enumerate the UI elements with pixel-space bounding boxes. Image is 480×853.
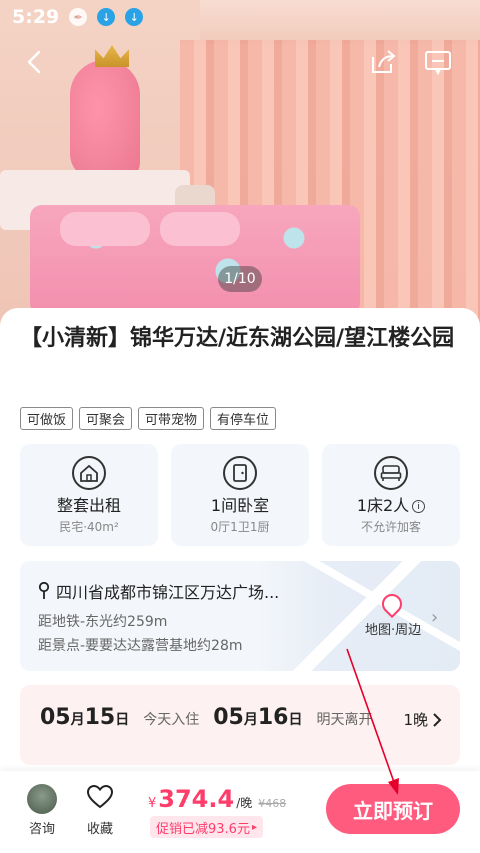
price-per-night: /晚: [236, 796, 253, 810]
promo-badge[interactable]: 促销已减93.6元 ▸: [150, 816, 263, 838]
tag-party: 可聚会: [79, 407, 133, 430]
heart-icon: [86, 784, 114, 809]
feature-title: 1床2人 i: [322, 492, 460, 516]
caret-right-icon: ▸: [251, 821, 257, 833]
map-nearby-link[interactable]: 地图·周边: [365, 619, 421, 638]
share-icon: [372, 50, 396, 73]
nights-count[interactable]: 1晚: [403, 709, 442, 730]
date-row: 05 月 15 日 今天入住 05 月 16 日 明天离开: [40, 705, 387, 730]
feature-subtitle: 民宅·40m²: [59, 520, 119, 534]
status-time: 5:29: [12, 6, 60, 28]
address-text: 四川省成都市锦江区万达广场...: [56, 583, 280, 602]
download-icon: ↓: [125, 8, 144, 26]
feature-beds[interactable]: 1床2人 i 不允许加客: [322, 444, 460, 546]
chevron-left-icon: [27, 50, 41, 74]
checkout-month-number: 05: [213, 705, 244, 730]
chevron-right-icon[interactable]: ›: [431, 607, 438, 628]
door-icon: [223, 456, 257, 490]
location-card[interactable]: 四川省成都市锦江区万达广场... 距地铁-东光约259m 距景点-要要达达露营基…: [20, 561, 460, 671]
favorite-button[interactable]: 收藏: [82, 784, 118, 837]
house-icon: [72, 456, 106, 490]
price-block: ¥ 374.4 /晚 ¥468: [148, 785, 286, 813]
share-button[interactable]: [367, 46, 399, 78]
price-amount: 374.4: [158, 785, 235, 813]
original-price: ¥468: [258, 797, 287, 810]
photo-flamingo-decal: [70, 60, 140, 180]
tag-pets: 可带宠物: [138, 407, 205, 430]
checkin-month-number: 05: [40, 705, 71, 730]
mini-map[interactable]: [260, 561, 460, 671]
listing-title: 【小清新】锦华万达/近东湖公园/望江楼公园: [20, 326, 455, 351]
download-icon: ↓: [97, 8, 116, 26]
nights-text: 1晚: [403, 711, 428, 729]
photo-pillow: [160, 212, 240, 246]
host-avatar: [27, 784, 57, 814]
photo-pager: 1/10: [218, 266, 262, 292]
feature-title: 整套出租: [56, 496, 121, 515]
feature-tags: 可做饭 可聚会 可带宠物 有停车位: [20, 407, 277, 430]
checkout-label: 明天离开: [316, 712, 373, 728]
feature-subtitle: 不允许加客: [360, 520, 421, 534]
promo-text: 促销已减93.6元: [156, 821, 250, 837]
checkin-day-unit: 日: [115, 712, 130, 728]
feature-bedroom[interactable]: 1间卧室 0厅1卫1厨: [171, 444, 309, 546]
bottom-bar: 咨询 收藏 ¥ 374.4 /晚 ¥468 促销已减93.6元 ▸ 立即预订: [0, 771, 480, 853]
photo-pillow: [60, 212, 150, 246]
back-button[interactable]: [18, 46, 50, 78]
message-button[interactable]: [422, 46, 454, 78]
tag-parking: 有停车位: [210, 407, 277, 430]
price-currency: ¥: [148, 796, 157, 811]
metro-distance: 距地铁-东光约259m: [38, 614, 168, 630]
feature-entire-home[interactable]: 整套出租 民宅·40m²: [20, 444, 158, 546]
consult-button[interactable]: 咨询: [22, 784, 62, 837]
checkout-day-number: 16: [257, 705, 289, 730]
consult-label: 咨询: [28, 822, 55, 837]
feature-title-text: 1床2人: [356, 496, 410, 515]
tag-cooking: 可做饭: [20, 407, 74, 430]
feature-subtitle: 0厅1卫1厨: [210, 520, 270, 534]
checkout-month-unit: 月: [243, 712, 258, 728]
feather-icon: ✒: [69, 8, 88, 26]
checkin-day-number: 15: [84, 705, 116, 730]
scenic-distance: 距景点-要要达达露营基地约28m: [38, 638, 243, 654]
address-row: 四川省成都市锦江区万达广场...: [38, 579, 279, 603]
status-bar: 5:29 ✒ ↓ ↓: [0, 0, 480, 34]
message-icon: [425, 51, 451, 75]
info-icon[interactable]: i: [412, 500, 426, 513]
checkout-day-unit: 日: [288, 712, 303, 728]
checkin-month-unit: 月: [70, 712, 85, 728]
bed-icon: [374, 456, 408, 490]
book-now-button[interactable]: 立即预订: [326, 784, 460, 834]
location-pin-icon: [38, 582, 50, 599]
date-selector[interactable]: 05 月 15 日 今天入住 05 月 16 日 明天离开 1晚: [20, 685, 460, 765]
chevron-right-icon: [433, 712, 442, 727]
checkin-label: 今天入住: [143, 712, 200, 728]
favorite-label: 收藏: [86, 822, 113, 837]
feature-title: 1间卧室: [210, 496, 270, 515]
